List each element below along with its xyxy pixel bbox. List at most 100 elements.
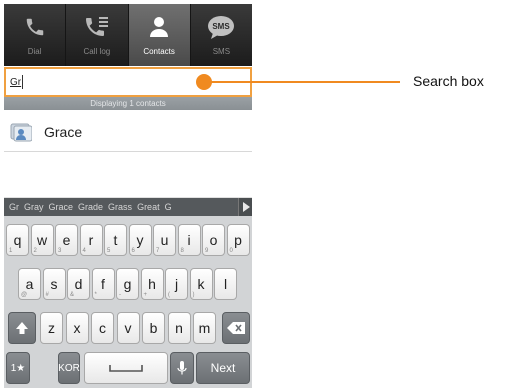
callout-dot [196, 74, 212, 90]
suggestion-word[interactable]: Grade [78, 202, 103, 212]
symbol-key[interactable]: 1★ [6, 352, 30, 384]
key-label: f [101, 276, 105, 292]
space-bar-icon [109, 365, 143, 372]
key-label: m [198, 320, 211, 336]
key-s[interactable]: s # [42, 268, 66, 300]
contact-avatar-icon [10, 122, 33, 142]
key-label: Next [210, 361, 236, 375]
key-label: g [123, 276, 132, 292]
next-key[interactable]: Next [196, 352, 250, 384]
key-k[interactable]: k) [189, 268, 213, 300]
key-b[interactable]: b [142, 312, 165, 344]
key-l[interactable]: l [214, 268, 237, 300]
tab-sms[interactable]: SMS SMS [191, 4, 252, 66]
voice-input-key[interactable] [170, 352, 194, 384]
key-i[interactable]: i8 [177, 224, 201, 256]
key-n[interactable]: n [167, 312, 191, 344]
tab-label: SMS [212, 47, 231, 56]
suggestion-word[interactable]: Great [137, 202, 160, 212]
key-y[interactable]: y6 [128, 224, 152, 256]
key-p[interactable]: p0 [226, 224, 250, 256]
key-label: l [223, 276, 228, 292]
contact-name: Grace [44, 123, 83, 140]
suggestion-word[interactable]: Gr [9, 202, 19, 212]
key-secondary-label: 9 [205, 248, 209, 254]
key-label: d [74, 276, 83, 292]
key-q[interactable]: q1 [6, 224, 29, 256]
suggestion-word[interactable]: Gray [24, 202, 44, 212]
key-v[interactable]: v [116, 312, 140, 344]
callout-label: Search box [413, 73, 484, 89]
key-secondary-label: 6 [131, 248, 135, 254]
text-cursor [22, 75, 24, 89]
triangle-right-icon [242, 202, 250, 212]
key-c[interactable]: c [91, 312, 114, 344]
expand-suggestions-button[interactable] [238, 198, 252, 216]
key-secondary-label: 4 [82, 248, 86, 254]
key-secondary-label: @ [21, 292, 28, 298]
tab-contacts[interactable]: Contacts [128, 4, 191, 66]
contact-list-item[interactable]: Grace [4, 112, 252, 152]
key-label: b [149, 320, 158, 336]
key-label: KOR [58, 362, 80, 374]
key-secondary-label: 7 [156, 248, 160, 254]
key-t[interactable]: t5 [104, 224, 127, 256]
tab-label: Contacts [143, 47, 175, 56]
key-z[interactable]: z [40, 312, 63, 344]
key-label: w [36, 232, 48, 248]
key-secondary-label: ) [192, 292, 195, 298]
search-value: Gr [10, 76, 22, 88]
person-icon [144, 12, 174, 42]
sms-icon: SMS [206, 12, 236, 42]
sms-badge: SMS [213, 22, 231, 31]
key-u[interactable]: u7 [153, 224, 176, 256]
key-j[interactable]: j( [165, 268, 188, 300]
key-secondary-label: + [143, 292, 148, 298]
key-label: k [197, 276, 205, 292]
suggestion-word[interactable]: Grass [108, 202, 132, 212]
key-f[interactable]: f * [91, 268, 115, 300]
key-r[interactable]: r4 [79, 224, 103, 256]
suggestion-word[interactable]: Grace [49, 202, 74, 212]
suggestion-word[interactable]: G [165, 202, 172, 212]
key-secondary-label: 2 [33, 248, 37, 254]
key-label: 1★ [10, 362, 26, 374]
microphone-icon [177, 361, 187, 375]
key-secondary-label: & [70, 292, 75, 298]
key-label: q [13, 232, 22, 248]
key-secondary-label: 5 [107, 248, 111, 254]
list-empty-area [4, 153, 252, 198]
keyboard: KOR 1★ Next q 1 w 2 e 3 r 4 t 5 y 6 u 7 i 8 o 9 p 0 a @ s # d & f *… [4, 216, 252, 388]
tab-label: Call log [83, 47, 111, 56]
key-x[interactable]: x [65, 312, 89, 344]
key-h[interactable]: h + [140, 268, 164, 300]
key-w[interactable]: w2 [30, 224, 54, 256]
key-label: o [209, 232, 218, 248]
key-o[interactable]: o9 [202, 224, 225, 256]
key-secondary-label: 3 [58, 248, 62, 254]
key-label: y [136, 232, 144, 248]
key-secondary-label: 0 [229, 248, 233, 254]
key-g[interactable]: g- [116, 268, 139, 300]
shift-key[interactable] [8, 312, 36, 344]
key-secondary-label: # [45, 292, 49, 298]
key-secondary-label: 1 [9, 248, 13, 254]
key-e[interactable]: e3 [55, 224, 78, 256]
key-m[interactable]: m [193, 312, 216, 344]
kor-key[interactable]: KOR [58, 352, 80, 384]
key-label: t [113, 232, 118, 248]
key-d[interactable]: d & [67, 268, 90, 300]
key-a[interactable]: a @ [18, 268, 41, 300]
key-label: h [148, 276, 156, 292]
key-label: v [124, 320, 132, 336]
tab-dial[interactable]: Dial [4, 4, 67, 66]
tab-call-log[interactable]: Call log [66, 4, 129, 66]
key-label: x [73, 320, 81, 336]
call-log-icon [82, 12, 112, 42]
suggestion-strip: Gr Gray Grace Grade Grass Great G [4, 198, 252, 216]
phone-screen: Dial Call log Contacts SMS SMS Gr Displa… [4, 4, 252, 388]
key-label: i [187, 232, 191, 248]
space-key[interactable] [84, 352, 168, 384]
callout-line [208, 81, 400, 83]
backspace-key[interactable] [222, 312, 250, 344]
